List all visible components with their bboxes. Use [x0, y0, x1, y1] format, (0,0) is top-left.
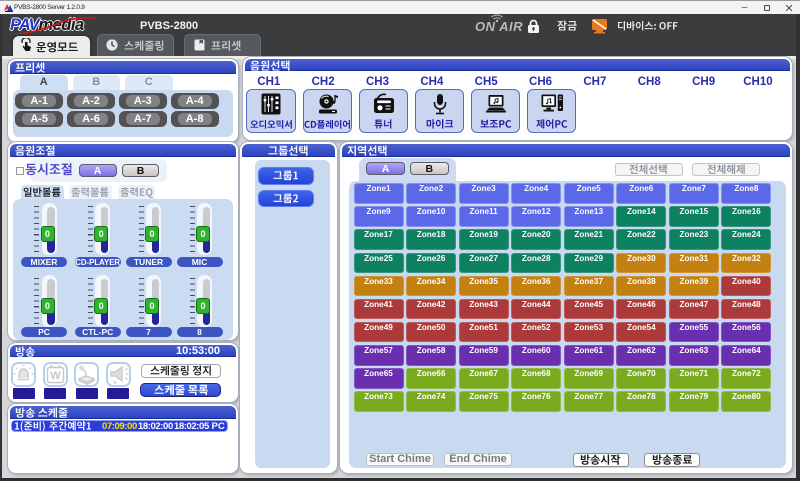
svg-text:W: W: [50, 370, 61, 382]
